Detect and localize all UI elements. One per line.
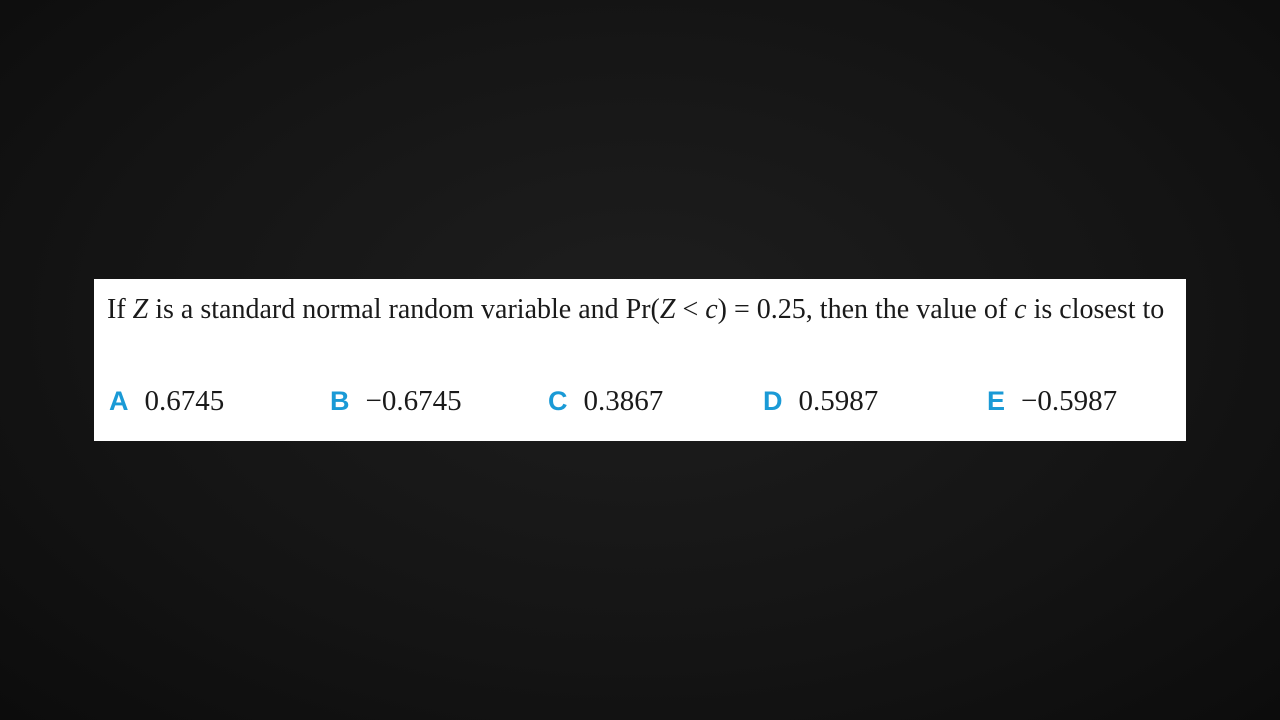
- option-value: 0.3867: [583, 384, 664, 417]
- question-text-part: ) = 0.25, then the value of: [717, 294, 1015, 325]
- question-text-part: If: [107, 294, 133, 325]
- option-letter: D: [763, 385, 783, 416]
- question-text-part: is closest to: [1026, 294, 1165, 325]
- question-text: If Z is a standard normal random variabl…: [107, 289, 1174, 331]
- option-d[interactable]: D 0.5987: [763, 382, 878, 420]
- option-value: −0.6745: [365, 384, 462, 417]
- question-text-part: <: [675, 294, 706, 325]
- option-a[interactable]: A 0.6745: [109, 382, 224, 420]
- question-text-part: is a standard normal random variable and…: [148, 294, 660, 325]
- option-letter: C: [548, 385, 568, 416]
- option-letter: B: [330, 385, 350, 416]
- slide-background: If Z is a standard normal random variabl…: [0, 0, 1280, 720]
- variable-c: c: [705, 294, 718, 325]
- option-value: 0.5987: [798, 384, 879, 417]
- variable-z: Z: [132, 294, 149, 325]
- variable-z: Z: [659, 294, 676, 325]
- option-value: −0.5987: [1021, 384, 1118, 417]
- option-value: 0.6745: [144, 384, 225, 417]
- option-e[interactable]: E −0.5987: [987, 382, 1117, 420]
- option-b[interactable]: B −0.6745: [330, 382, 462, 420]
- option-letter: E: [987, 385, 1006, 416]
- question-card: If Z is a standard normal random variabl…: [94, 279, 1186, 441]
- option-letter: A: [109, 385, 129, 416]
- answer-options: A 0.6745 B −0.6745 C 0.3867 D 0.5987 E −…: [107, 382, 1177, 420]
- option-c[interactable]: C 0.3867: [548, 382, 663, 420]
- variable-c: c: [1014, 294, 1027, 325]
